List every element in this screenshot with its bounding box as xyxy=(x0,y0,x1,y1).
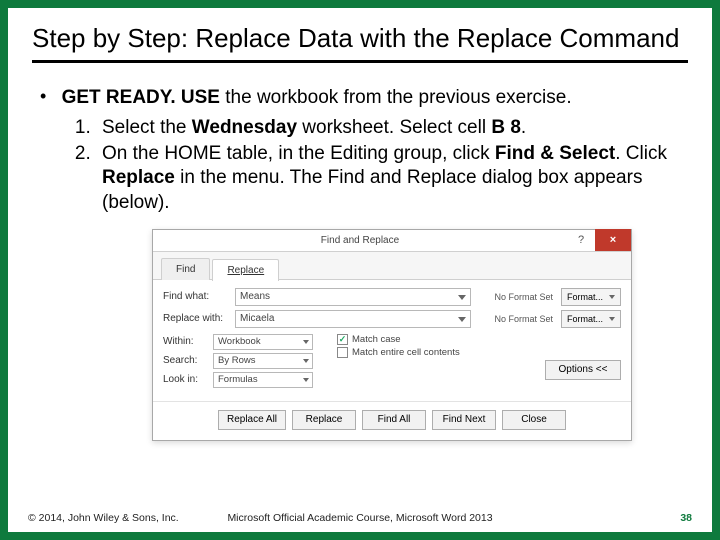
dialog-titlebar: Find and Replace ? × xyxy=(153,230,631,252)
find-replace-dialog-image: Find and Replace ? × Find Replace Find w… xyxy=(152,229,632,441)
close-button[interactable]: Close xyxy=(502,410,566,430)
find-replace-dialog: Find and Replace ? × Find Replace Find w… xyxy=(152,229,632,441)
dialog-tabs: Find Replace xyxy=(153,252,631,280)
dialog-title: Find and Replace xyxy=(153,235,567,246)
replace-button[interactable]: Replace xyxy=(292,410,356,430)
label-within: Within: xyxy=(163,336,207,347)
slide: Step by Step: Replace Data with the Repl… xyxy=(8,8,712,532)
options-button[interactable]: Options << xyxy=(545,360,621,380)
find-format-status: No Format Set xyxy=(477,292,555,302)
label-lookin: Look in: xyxy=(163,374,207,385)
label-search: Search: xyxy=(163,355,207,366)
intro-tail: the workbook from the previous exercise. xyxy=(220,87,572,108)
replace-all-button[interactable]: Replace All xyxy=(218,410,286,430)
find-what-input[interactable]: Means xyxy=(235,288,471,306)
step-1: Select the Wednesday worksheet. Select c… xyxy=(96,116,688,140)
label-find-what: Find what: xyxy=(163,291,229,302)
find-all-button[interactable]: Find All xyxy=(362,410,426,430)
label-replace-with: Replace with: xyxy=(163,313,229,324)
match-case-checkbox[interactable]: Match case xyxy=(337,334,621,345)
match-entire-checkbox[interactable]: Match entire cell contents xyxy=(337,347,621,358)
steps-list: Select the Wednesday worksheet. Select c… xyxy=(96,116,688,215)
intro-bullet: GET READY. USE the workbook from the pre… xyxy=(40,85,688,215)
search-select[interactable]: By Rows xyxy=(213,353,313,369)
lookin-select[interactable]: Formulas xyxy=(213,372,313,388)
find-format-button[interactable]: Format... xyxy=(561,288,621,306)
slide-title: Step by Step: Replace Data with the Repl… xyxy=(32,24,688,63)
slide-footer: © 2014, John Wiley & Sons, Inc. Microsof… xyxy=(28,512,692,524)
checkbox-icon xyxy=(337,347,348,358)
help-icon[interactable]: ? xyxy=(567,229,595,251)
tab-replace[interactable]: Replace xyxy=(212,259,279,281)
close-icon[interactable]: × xyxy=(595,229,631,251)
replace-format-status: No Format Set xyxy=(477,314,555,324)
find-next-button[interactable]: Find Next xyxy=(432,410,496,430)
dialog-button-row: Replace All Replace Find All Find Next C… xyxy=(153,401,631,440)
dialog-body: Find what: Means No Format Set Format...… xyxy=(153,280,631,401)
bullet-list: GET READY. USE the workbook from the pre… xyxy=(40,85,688,215)
tab-find[interactable]: Find xyxy=(161,258,210,280)
replace-format-button[interactable]: Format... xyxy=(561,310,621,328)
step-2: On the HOME table, in the Editing group,… xyxy=(96,142,688,215)
footer-course: Microsoft Official Academic Course, Micr… xyxy=(28,512,692,524)
within-select[interactable]: Workbook xyxy=(213,334,313,350)
replace-with-input[interactable]: Micaela xyxy=(235,310,471,328)
checkbox-checked-icon xyxy=(337,334,348,345)
intro-lead: GET READY. USE xyxy=(62,87,220,108)
